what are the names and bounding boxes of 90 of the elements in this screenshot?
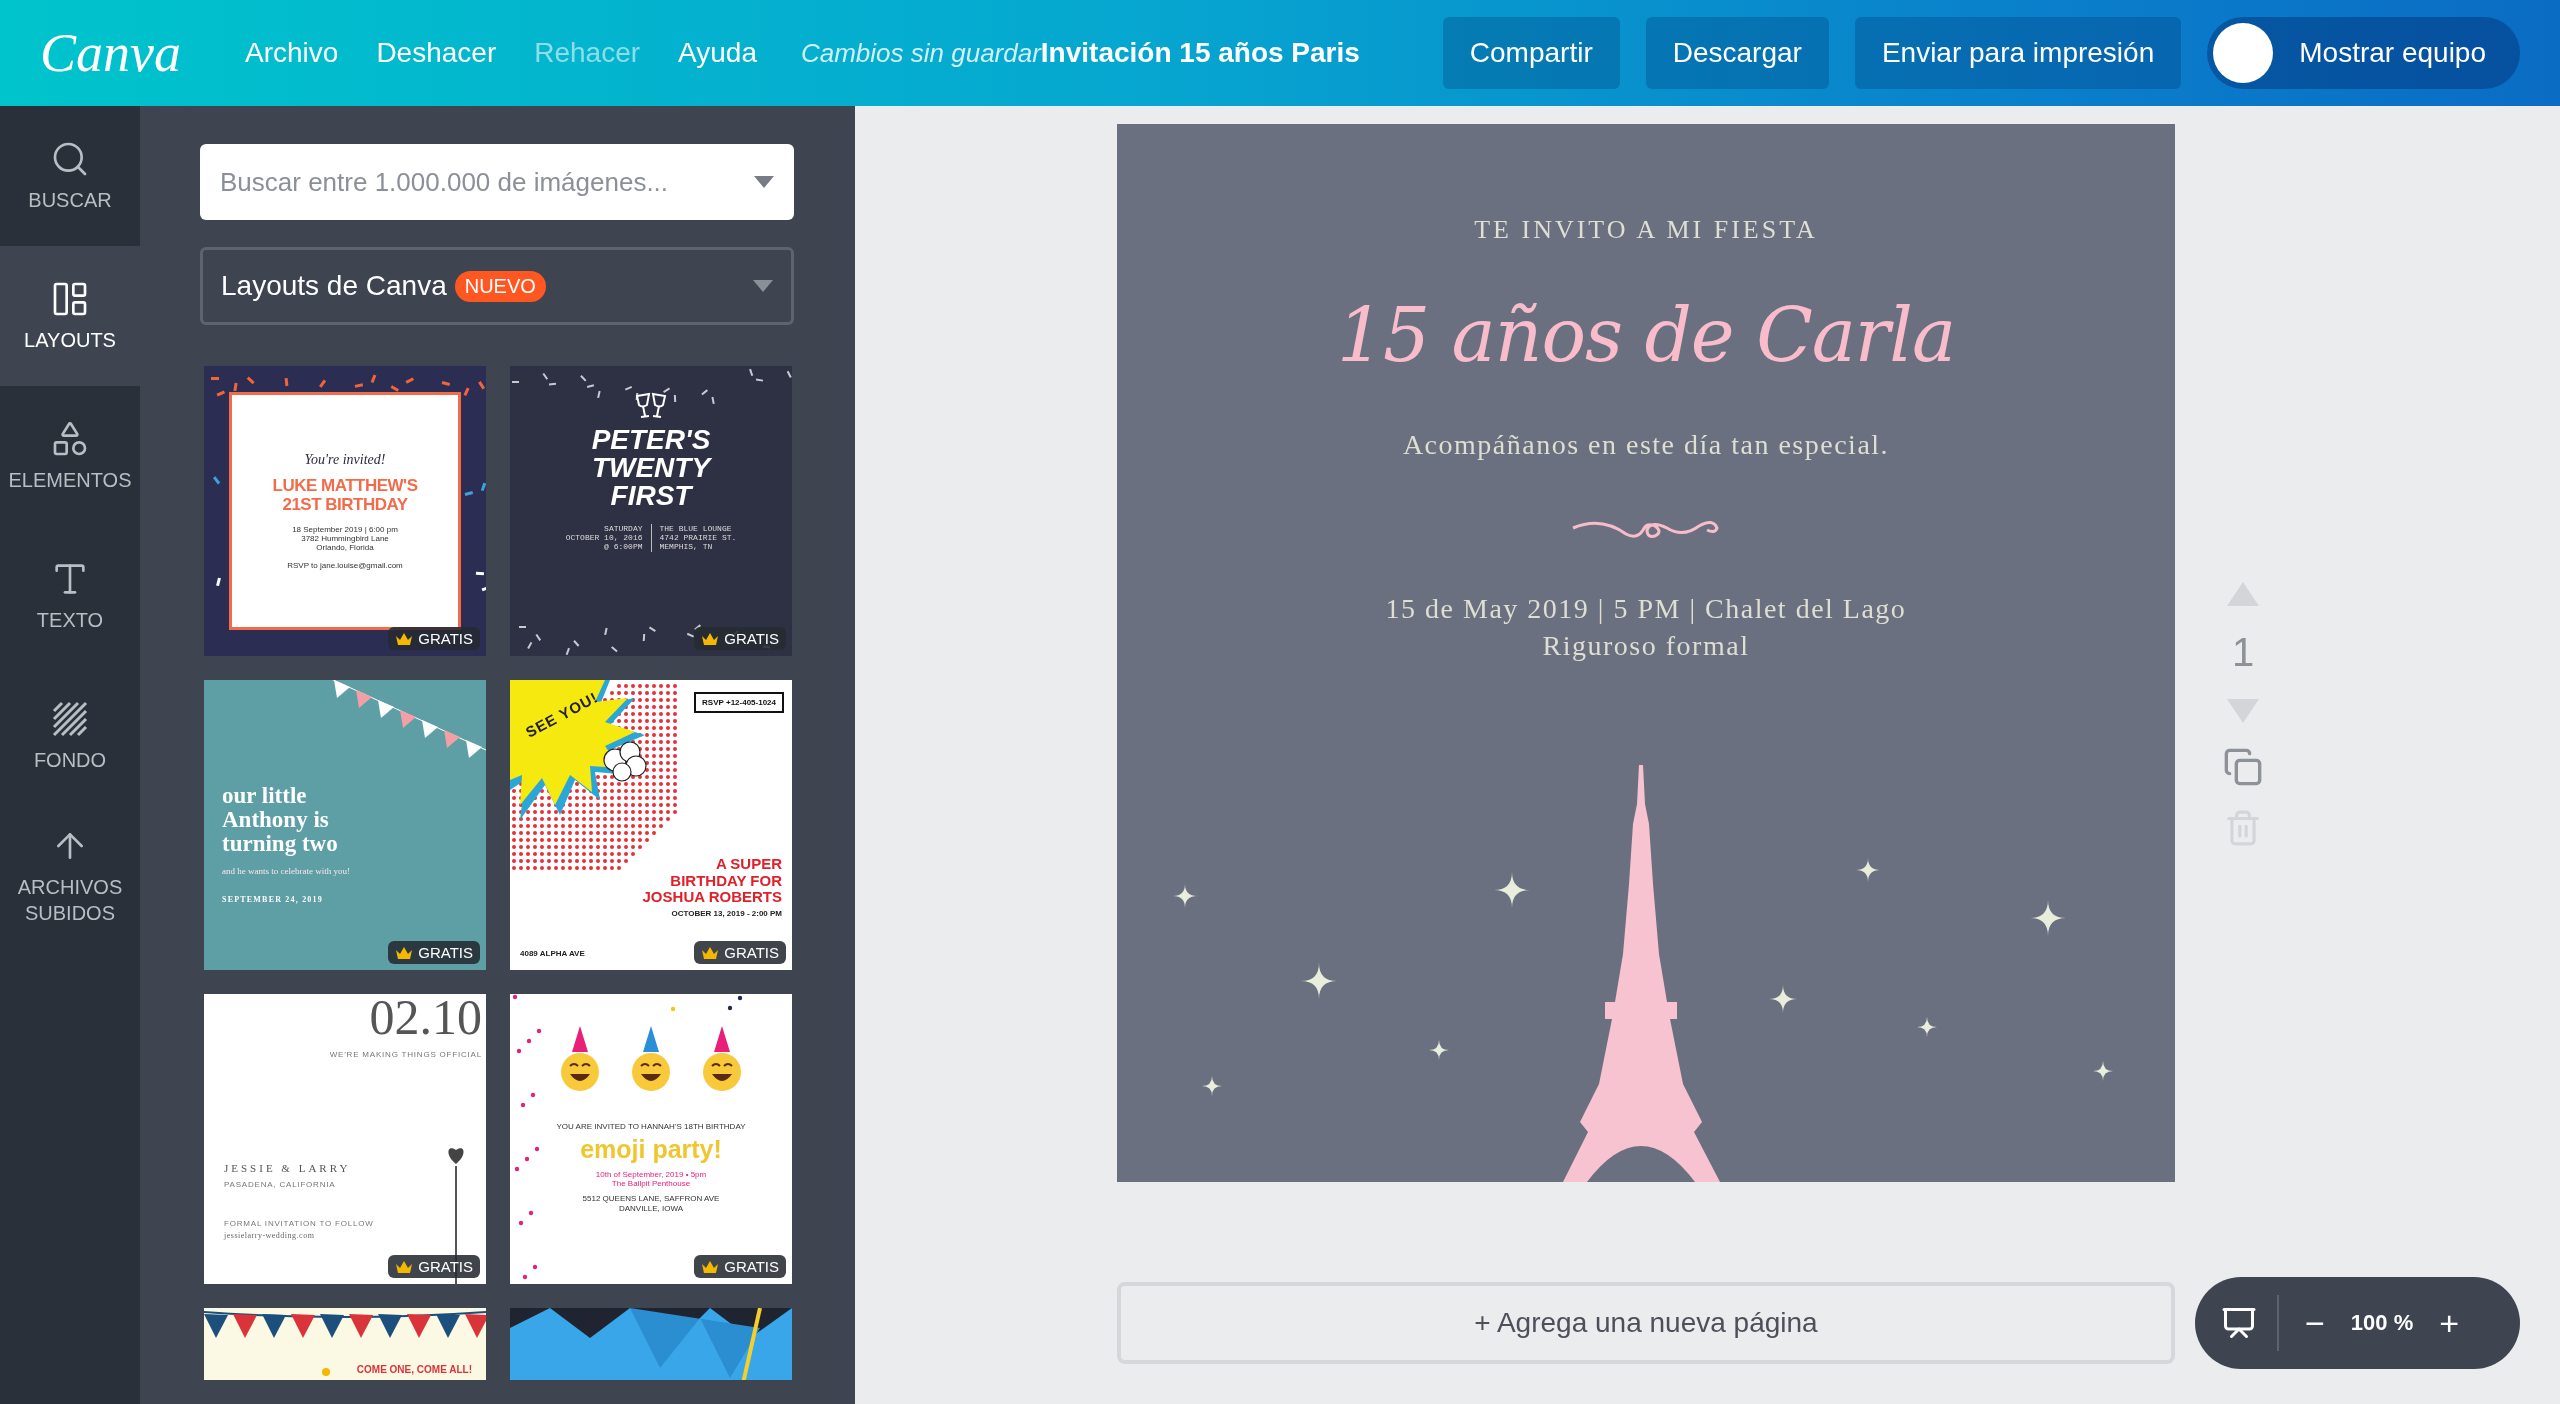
avatar [2213,23,2274,83]
thumbnail-text: BIRTHDAY FOR [670,872,782,889]
thumbnail-text: COME ONE, COME ALL! [356,1364,472,1376]
thumbnail-text: A SUPER [715,856,782,873]
crown-icon [701,1259,720,1274]
thumbnail-text: TWENTY [591,454,711,482]
thumbnail-text: OCTOBER 13, 2019 - 2:00 PM [671,908,782,918]
template-thumbnail[interactable]: You're invited! LUKE MATTHEW'S 21ST BIRTHDAY 18 September 2019 | 6:00 pm 3782 Hummingbird Lane Orlando, Florida RSVP to jane.louise@gmail.com GRATIS [204,366,486,656]
thumbnail-text: 4742 PRAIRIE ST. [659,533,737,543]
template-thumbnail[interactable]: PETER'S TWENTY FIRST SATURDAY OCTOBER 10, 2016 @ 6:00PM THE BLUE LOUNGE 4742 PRAIRIE ST. MEMPHIS, TN GRATIS [510,366,792,656]
thumbnail-text: OCTOBER 10, 2016 [565,533,643,543]
free-badge: GRATIS [694,1255,786,1278]
page-number: 1 [2231,630,2255,675]
sidebar-tab[interactable]: LAYOUTS [0,246,140,386]
free-badge: GRATIS [388,627,480,650]
caret-icon [754,176,774,188]
down-arrow-icon [2225,697,2261,725]
thumbnail-text: @ 6:00PM [604,542,643,552]
thumbnail-text: DANVILLE, IOWA [618,1203,684,1213]
thumbnail-text: 18 September 2019 | 6:00 pm [292,524,398,534]
template-thumbnail[interactable]: our little Anthony is turning two and he wants to celebrate with you! SEPTEMBER 24, 2019 GRATIS [204,680,486,970]
thumbnail-text: Orlando, Florida [316,543,374,553]
thumbnail-text: RSVP +12-405-1024 [694,692,784,713]
thumbnail-text: jessielarry-wedding.com [224,1231,315,1241]
thumbnail-text: 5512 QUEENS LANE, SAFFRON AVE [582,1194,720,1204]
caret-icon [753,280,773,292]
team-button[interactable]: Mostrar equipo [2207,17,2520,89]
thumbnail-text: FIRST [610,482,692,510]
page-action-button[interactable] [2223,747,2263,787]
thumbnail-text: 10th of September, 2019 • 5pm [595,1169,707,1180]
new-badge: NUEVO [454,270,546,302]
category-dropdown[interactable]: Layouts de Canva NUEVO [200,247,794,325]
crown-icon [701,631,720,646]
toolbar-button[interactable]: Compartir [1442,17,1620,89]
add-page-button[interactable]: + Agrega una nueva página [1117,1282,2175,1364]
copy-icon [2223,747,2263,787]
trash-icon [2224,809,2262,847]
crown-icon [395,631,414,646]
crown-icon [395,1259,414,1274]
dropdown-value: Layouts de Canva [221,270,447,302]
free-badge: GRATIS [388,941,480,964]
thumbnail-text: and he wants to celebrate with you! [222,866,351,877]
thumbnail-text: PETER'S [591,426,711,454]
thumbnail-text: 4089 ALPHA AVE [520,949,585,958]
thumbnail-text: RSVP to jane.louise@gmail.com [287,561,403,571]
thumbnail-text: MEMPHIS, TN [659,542,713,552]
thumbnail-text: turning two [222,832,338,857]
thumbnail-text: SEPTEMBER 24, 2019 [222,894,323,904]
toolbar-button[interactable]: Descargar [1645,17,1829,89]
thumbnail-text: You're invited! [304,451,386,468]
design-title: 15 años de Carla [1336,291,1956,380]
toolbar-button[interactable]: Enviar para impresión [1854,17,2182,89]
search-field[interactable]: Buscar entre 1.000.000 de imágenes... [200,144,794,220]
free-badge: GRATIS [694,941,786,964]
thumbnail-text: JESSIE & LARRY [224,1162,351,1175]
thumbnail-text: WE'RE MAKING THINGS OFFICIAL [329,1049,482,1059]
thumbnail-text: THE BLUE LOUNGE [659,524,732,534]
present-button[interactable] [2221,1305,2257,1341]
thumbnail-text: 21ST BIRTHDAY [282,495,408,515]
crown-icon [395,945,414,960]
thumbnail-text: Anthony is [222,808,329,833]
template-thumbnail[interactable]: COME ONE, COME ALL! [204,1308,486,1380]
up-arrow-icon [2225,580,2261,608]
save-status: Cambios sin guardar [800,37,1041,69]
design-text: Acompáñanos en este día tan especial. [1402,427,1890,462]
thumbnail-text: The Ballpit Penthouse [611,1179,691,1189]
zoom-value: 100 % [2350,1310,2414,1336]
template-thumbnail[interactable]: YOU ARE INVITED TO HANNAH'S 18TH BIRTHDAY emoji party! 10th of September, 2019 • 5pm The Ballpit Penthouse 5512 QUEENS LANE, SAFFRON AVE DANVILLE, IOWA GRATIS [510,994,792,1284]
crown-icon [701,945,720,960]
thumbnail-text: 02.10 [369,994,482,1042]
design-text: Riguroso formal [1542,629,1750,664]
thumbnail-text: JOSHUA ROBERTS [642,889,782,906]
thumbnail-text: our little [222,784,307,809]
thumbnail-text: emoji party! [580,1135,722,1164]
presentation-icon [2221,1305,2257,1341]
zoom-in-button[interactable]: + [2433,1303,2466,1343]
thumbnail-text: PASADENA, CALIFORNIA [224,1179,336,1189]
design-text: 15 de May 2019 | 5 PM | Chalet del Lago [1385,591,1907,626]
thumbnail-text: LUKE MATTHEW'S [272,475,418,496]
free-badge: GRATIS [694,627,786,650]
thumbnail-text: 3782 Hummingbird Lane [301,533,389,544]
free-badge: GRATIS [388,1255,480,1278]
hatch-icon [50,699,90,739]
design-text: TE INVITO A MI FIESTA [1474,214,1818,246]
logo: Canva [40,22,181,84]
zoom-out-button[interactable]: − [2299,1303,2331,1343]
thumbnail-text: SATURDAY [604,524,643,534]
template-thumbnail[interactable]: 02.10 WE'RE MAKING THINGS OFFICIAL JESSIE & LARRY PASADENA, CALIFORNIA FORMAL INVITATION TO FOLLOW jessielarry-wedding.com GRATIS [204,994,486,1284]
thumbnail-text: FORMAL INVITATION TO FOLLOW [224,1218,374,1228]
thumbnail-text: YOU ARE INVITED TO HANNAH'S 18TH BIRTHDAY [556,1122,746,1132]
